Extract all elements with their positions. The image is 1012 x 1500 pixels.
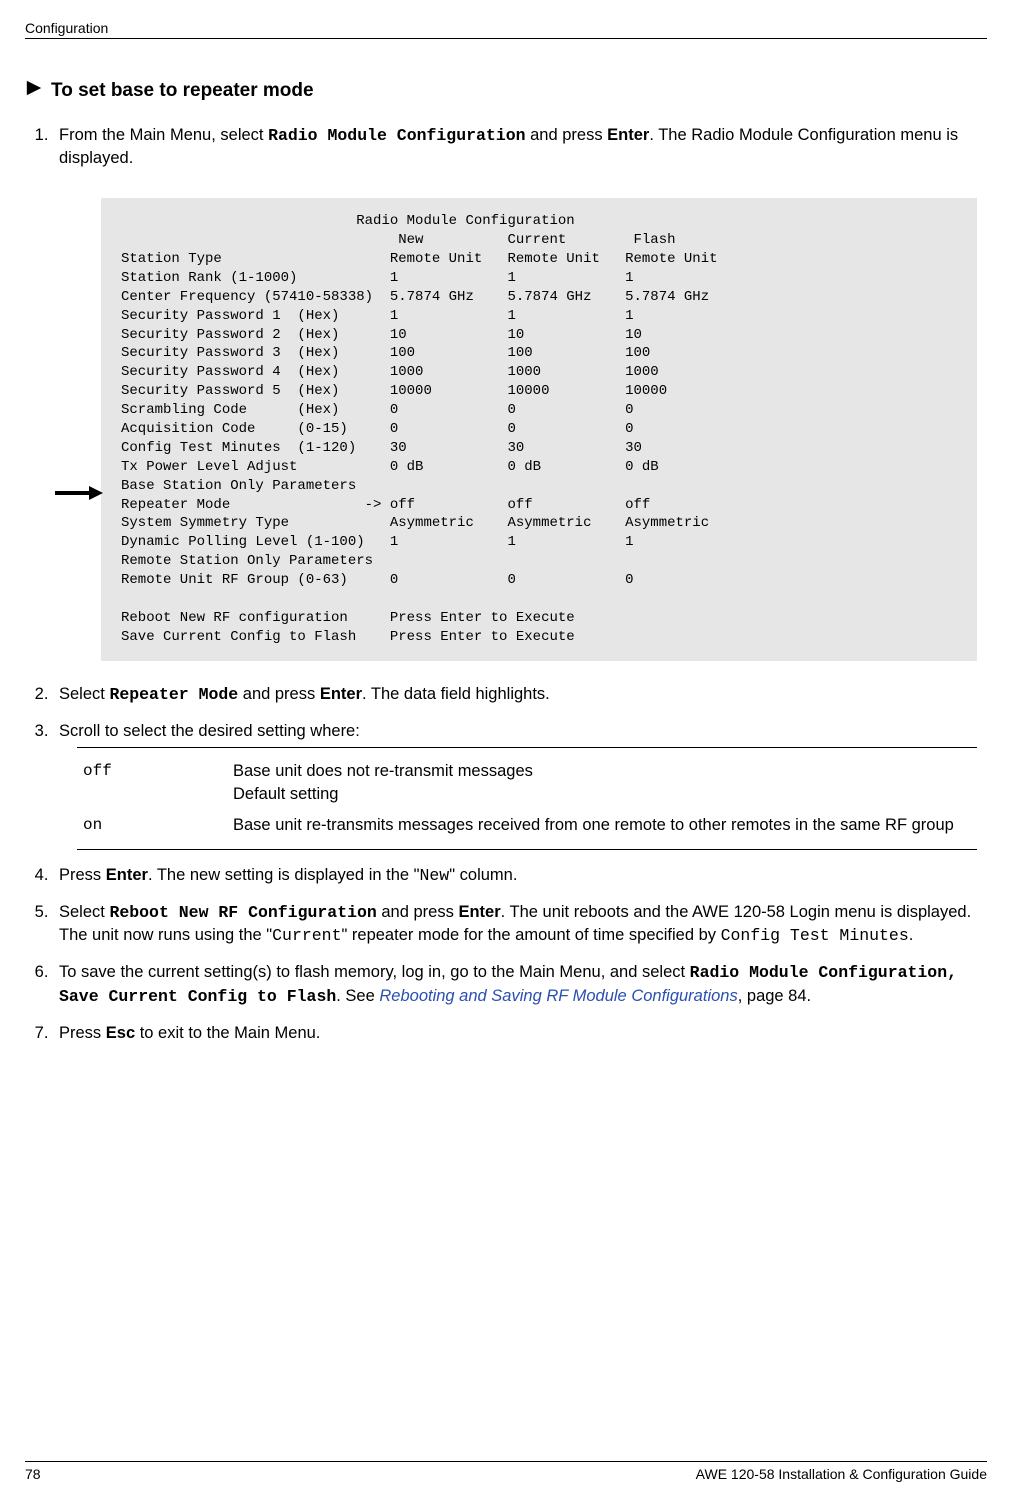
step-6-text-a: To save the current setting(s) to flash … xyxy=(59,963,690,981)
step-1: From the Main Menu, select Radio Module … xyxy=(53,124,987,661)
procedure-steps: From the Main Menu, select Radio Module … xyxy=(25,124,987,1045)
running-head: Configuration xyxy=(25,20,987,36)
settings-key-on: on xyxy=(83,814,213,837)
step-4-new: New xyxy=(420,866,450,885)
step-2-enter: Enter xyxy=(320,685,362,703)
section-heading: To set base to repeater mode xyxy=(25,79,987,102)
step-6: To save the current setting(s) to flash … xyxy=(53,961,987,1007)
term-l8: Security Password 5 (Hex) 10000 10000 10… xyxy=(121,383,667,399)
step-1-menu: Radio Module Configuration xyxy=(268,126,525,145)
step-5-current: Current xyxy=(272,926,341,945)
term-l4: Security Password 1 (Hex) 1 1 1 xyxy=(121,308,633,324)
settings-off-line1: Base unit does not re-transmit messages xyxy=(233,760,971,783)
term-l3: Center Frequency (57410-58338) 5.7874 GH… xyxy=(121,289,709,305)
step-1-text-c: and press xyxy=(526,126,608,144)
settings-table: off Base unit does not re-transmit messa… xyxy=(77,747,977,850)
term-l16: Dynamic Polling Level (1-100) 1 1 1 xyxy=(121,534,633,550)
term-l5: Security Password 2 (Hex) 10 10 10 xyxy=(121,327,642,343)
term-l7: Security Password 4 (Hex) 1000 1000 1000 xyxy=(121,364,659,380)
settings-off-line2: Default setting xyxy=(233,783,971,806)
step-5-enter: Enter xyxy=(458,903,500,921)
term-l11: Config Test Minutes (1-120) 30 30 30 xyxy=(121,440,642,456)
step-2-text-c: and press xyxy=(238,685,320,703)
guide-title: AWE 120-58 Installation & Configuration … xyxy=(696,1466,987,1482)
term-l20: Reboot New RF configuration Press Enter … xyxy=(121,610,575,626)
term-l2: Station Rank (1-1000) 1 1 1 xyxy=(121,270,633,286)
settings-key-off: off xyxy=(83,760,213,806)
right-arrow-icon xyxy=(25,79,43,102)
step-3: Scroll to select the desired setting whe… xyxy=(53,720,987,850)
step-4-text-a: Press xyxy=(59,866,106,884)
step-7-text-c: to exit to the Main Menu. xyxy=(135,1024,320,1042)
terminal-block: Radio Module Configuration New Current F… xyxy=(101,198,977,660)
step-2-text-e: . The data field highlights. xyxy=(362,685,550,703)
step-4-text-e: " column. xyxy=(449,866,517,884)
settings-row-on: on Base unit re-transmits messages recei… xyxy=(77,810,977,841)
step-1-enter: Enter xyxy=(607,126,649,144)
terminal-screen: Radio Module Configuration New Current F… xyxy=(101,198,977,660)
page-number: 78 xyxy=(25,1466,41,1482)
page-footer: 78 AWE 120-58 Installation & Configurati… xyxy=(25,1461,987,1482)
step-5-text-g: " repeater mode for the amount of time s… xyxy=(341,926,720,944)
step-2-text-a: Select xyxy=(59,685,109,703)
header-rule xyxy=(25,38,987,39)
step-5-text-c: and press xyxy=(377,903,459,921)
step-2-option: Repeater Mode xyxy=(109,685,238,704)
term-l15: System Symmetry Type Asymmetric Asymmetr… xyxy=(121,515,709,531)
settings-row-off: off Base unit does not re-transmit messa… xyxy=(77,756,977,810)
step-4: Press Enter. The new setting is displaye… xyxy=(53,864,987,887)
callout-arrow-icon xyxy=(55,484,103,498)
step-3-text: Scroll to select the desired setting whe… xyxy=(59,722,360,740)
step-5-text-i: . xyxy=(909,926,914,944)
term-l6: Security Password 3 (Hex) 100 100 100 xyxy=(121,345,650,361)
step-6-text-e: , page 84. xyxy=(738,987,811,1005)
settings-val-off: Base unit does not re-transmit messages … xyxy=(233,760,971,806)
step-5-config-test: Config Test Minutes xyxy=(721,926,909,945)
term-l10: Acquisition Code (0-15) 0 0 0 xyxy=(121,421,633,437)
step-7-text-a: Press xyxy=(59,1024,106,1042)
step-4-text-c: . The new setting is displayed in the " xyxy=(148,866,420,884)
step-7: Press Esc to exit to the Main Menu. xyxy=(53,1022,987,1045)
term-title: Radio Module Configuration xyxy=(121,213,575,229)
step-1-text-a: From the Main Menu, select xyxy=(59,126,268,144)
step-6-link[interactable]: Rebooting and Saving RF Module Configura… xyxy=(379,987,737,1005)
step-5-cmd: Reboot New RF Configuration xyxy=(109,903,376,922)
term-l12: Tx Power Level Adjust 0 dB 0 dB 0 dB xyxy=(121,459,659,475)
term-l21: Save Current Config to Flash Press Enter… xyxy=(121,629,575,645)
step-4-enter: Enter xyxy=(106,866,148,884)
term-l1: Station Type Remote Unit Remote Unit Rem… xyxy=(121,251,718,267)
term-l13: Base Station Only Parameters xyxy=(121,478,356,494)
settings-val-on: Base unit re-transmits messages received… xyxy=(233,814,971,837)
step-7-esc: Esc xyxy=(106,1024,135,1042)
step-5: Select Reboot New RF Configuration and p… xyxy=(53,901,987,947)
step-5-text-a: Select xyxy=(59,903,109,921)
term-l18: Remote Unit RF Group (0-63) 0 0 0 xyxy=(121,572,633,588)
term-l14: Repeater Mode -> off off off xyxy=(121,497,650,513)
section-title: To set base to repeater mode xyxy=(51,80,314,102)
term-l17: Remote Station Only Parameters xyxy=(121,553,373,569)
step-6-text-c: . See xyxy=(336,987,379,1005)
term-l9: Scrambling Code (Hex) 0 0 0 xyxy=(121,402,633,418)
step-2: Select Repeater Mode and press Enter. Th… xyxy=(53,683,987,706)
term-head: New Current Flash xyxy=(121,232,676,248)
